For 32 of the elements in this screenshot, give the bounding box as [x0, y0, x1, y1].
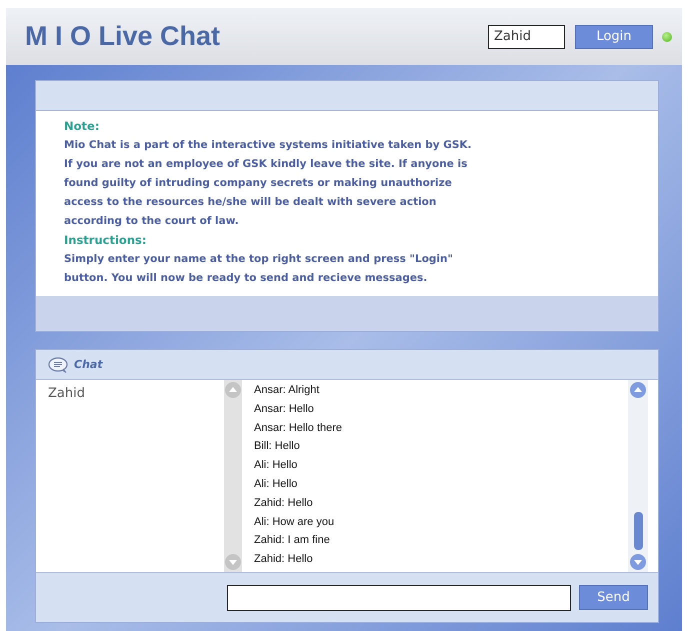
notice-text: Simply enter your name at the top right screen and press "Login" [64, 252, 454, 267]
scroll-thumb[interactable] [634, 512, 642, 550]
scroll-up-icon[interactable] [630, 382, 646, 398]
chat-message: Ali: How are you [254, 514, 336, 530]
chat-message: Zahid: Hello [254, 552, 314, 568]
message-field[interactable] [227, 584, 571, 610]
chat-message: Bill: Hello [254, 439, 301, 454]
notice-text: found guilty of intruding company secrets or making unauthorize [64, 176, 453, 191]
scroll-down-icon[interactable] [225, 554, 241, 570]
scroll-up-icon[interactable] [225, 382, 241, 398]
scrollbar[interactable] [224, 380, 242, 572]
notice-text: access to the resources he/she will be dealt with severe action [64, 195, 438, 210]
scrollbar[interactable] [628, 380, 648, 572]
chat-message: Ansar: Hello there [254, 420, 344, 436]
chat-title: Chat [74, 358, 103, 371]
section-heading: Note: [64, 118, 100, 135]
app-title: M I O Live Chat [25, 21, 222, 52]
user-name[interactable]: Zahid [48, 386, 198, 401]
chat-message: Ansar: Alright [254, 383, 320, 398]
section-heading: Instructions: [64, 232, 148, 249]
notice-text: Mio Chat is a part of the interactive systems initiative taken by GSK. [64, 138, 473, 153]
notice-text: according to the court of law. [64, 214, 240, 229]
notice-text: If you are not an employee of GSK kindly leave the site. If anyone is [64, 157, 468, 172]
notice-text: button. You will now be ready to send and recieve messages. [64, 271, 428, 286]
speech-bubble-icon [48, 356, 68, 372]
chat-message: Ansar: Hello [254, 402, 315, 417]
chat-message: Zahid: I am fine [254, 533, 331, 548]
scroll-down-icon[interactable] [630, 554, 646, 570]
name-field[interactable]: Zahid [488, 24, 565, 48]
chat-message: Ali: Hello [254, 458, 298, 474]
chat-message: Zahid: Hello [254, 496, 314, 511]
chat-message: Ali: Hello [254, 476, 298, 492]
